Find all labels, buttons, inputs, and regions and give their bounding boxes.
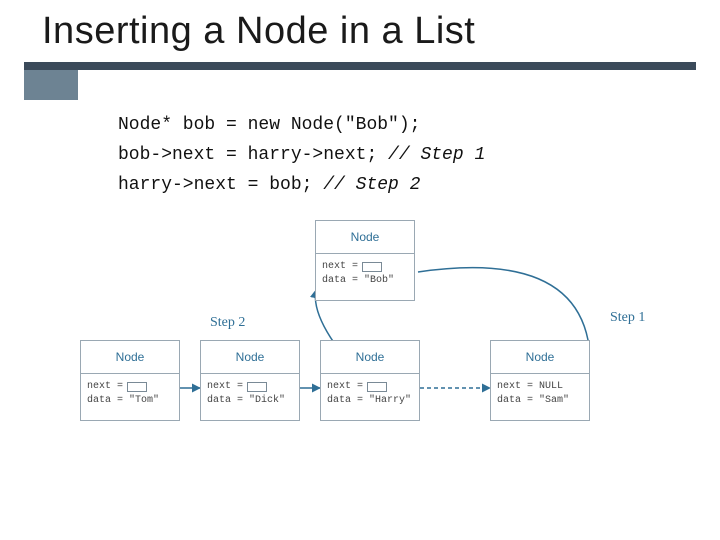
node-tom-next: next = [87, 380, 173, 394]
code-block: Node* bob = new Node("Bob"); bob->next =… [118, 110, 485, 200]
node-bob-data: data = "Bob" [322, 274, 408, 288]
node-dick: Node next = data = "Dick" [200, 340, 300, 421]
pointer-box-icon [127, 382, 147, 392]
pointer-box-icon [362, 262, 382, 272]
node-bob: Node next = data = "Bob" [315, 220, 415, 301]
node-tom-data: data = "Tom" [87, 394, 173, 408]
node-tom-header: Node [80, 340, 180, 374]
code-line-3a: harry->next = bob; [118, 175, 323, 195]
step2-label: Step 2 [210, 315, 245, 331]
node-sam: Node next = NULL data = "Sam" [490, 340, 590, 421]
code-line-1: Node* bob = new Node("Bob"); [118, 115, 420, 135]
node-sam-body: next = NULL data = "Sam" [490, 374, 590, 421]
title-rule [24, 62, 696, 70]
slide: Inserting a Node in a List Node* bob = n… [0, 0, 720, 540]
step1-label: Step 1 [610, 310, 645, 326]
node-harry: Node next = data = "Harry" [320, 340, 420, 421]
node-bob-header: Node [315, 220, 415, 254]
node-harry-body: next = data = "Harry" [320, 374, 420, 421]
node-sam-data: data = "Sam" [497, 394, 583, 408]
node-bob-body: next = data = "Bob" [315, 254, 415, 301]
node-dick-header: Node [200, 340, 300, 374]
accent-box [24, 70, 78, 100]
code-line-2a: bob->next = harry->next; [118, 145, 388, 165]
pointer-box-icon [247, 382, 267, 392]
node-sam-header: Node [490, 340, 590, 374]
page-title: Inserting a Node in a List [42, 10, 475, 53]
node-bob-next: next = [322, 260, 408, 274]
node-harry-header: Node [320, 340, 420, 374]
node-dick-body: next = data = "Dick" [200, 374, 300, 421]
node-tom-body: next = data = "Tom" [80, 374, 180, 421]
node-harry-next: next = [327, 380, 413, 394]
node-dick-data: data = "Dick" [207, 394, 293, 408]
node-harry-data: data = "Harry" [327, 394, 413, 408]
node-tom: Node next = data = "Tom" [80, 340, 180, 421]
code-step-2: // Step 2 [323, 175, 420, 195]
node-sam-next: next = NULL [497, 380, 583, 394]
code-step-1: // Step 1 [388, 145, 485, 165]
node-dick-next: next = [207, 380, 293, 394]
diagram: Step 2 Step 1 Node next = data = "Bob" N… [80, 220, 660, 450]
pointer-box-icon [367, 382, 387, 392]
